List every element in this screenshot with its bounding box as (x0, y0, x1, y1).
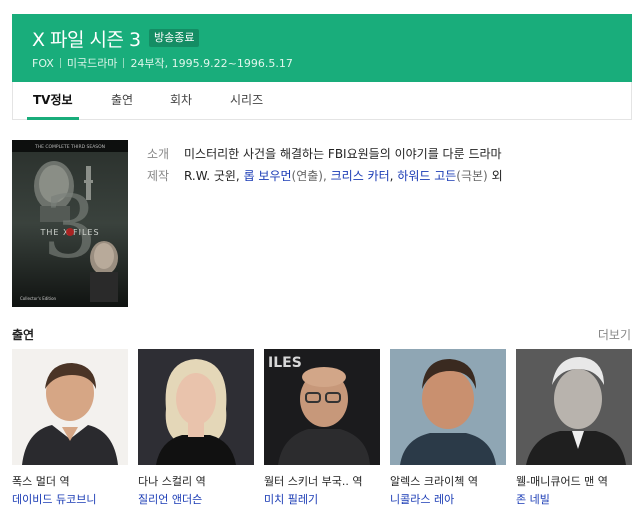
divider (59, 58, 61, 68)
tab-cast[interactable]: 출연 (111, 82, 133, 119)
director-role: (연출), (291, 169, 331, 183)
production-row: 제작 R.W. 굿윈, 롭 보우먼(연출), 크리스 카터, 하워드 고든(극본)… (147, 168, 503, 190)
cast-card[interactable]: 알렉스 크라이첵 역 니콜라스 레아 (390, 349, 506, 507)
director-link[interactable]: 롭 보우먼 (244, 169, 292, 183)
tab-episodes[interactable]: 회차 (170, 82, 192, 119)
writer-role: (극본) (456, 169, 488, 183)
cast-actor-link[interactable]: 니콜라스 레아 (390, 491, 506, 507)
actor-photo (12, 349, 128, 465)
actor-photo (138, 349, 254, 465)
more-staff-text: 외 (487, 169, 503, 183)
cast-role: 폭스 멀더 역 (12, 475, 70, 488)
tab-series[interactable]: 시리즈 (230, 82, 263, 119)
cast-role: 월터 스키너 부국.. 역 (264, 475, 363, 488)
tab-tv-info[interactable]: TV정보 (27, 82, 79, 120)
production-label: 제작 (147, 169, 170, 183)
producer-text: R.W. 굿윈, (184, 169, 244, 183)
cast-actor-link[interactable]: 존 네빌 (516, 491, 632, 507)
show-meta: FOX 미국드라마 24부작, 1995.9.22~1996.5.17 (32, 55, 293, 71)
actor-photo (516, 349, 632, 465)
writer-link-2[interactable]: 하워드 고든 (397, 169, 456, 183)
divider (123, 58, 125, 68)
status-badge: 방송종료 (149, 29, 200, 47)
cast-card[interactable]: 다나 스컬리 역 질리언 앤더슨 (138, 349, 254, 507)
cast-actor-link[interactable]: 데이비드 듀코브니 (12, 491, 128, 507)
show-poster[interactable]: THE COMPLETE THIRD SEASON 3 THE X FILES … (12, 140, 128, 307)
tab-bar: TV정보 출연 회차 시리즈 (12, 82, 632, 120)
page-title: X 파일 시즌 3 (32, 29, 141, 51)
cast-card[interactable]: 폭스 멀더 역 데이비드 듀코브니 (12, 349, 128, 507)
poster-edition-text: Collector's Edition (20, 296, 57, 301)
cast-actor-link[interactable]: 질리언 앤더슨 (138, 491, 254, 507)
actor-photo (390, 349, 506, 465)
genre-label: 미국드라마 (66, 57, 118, 70)
summary-text: 미스터리한 사건을 해결하는 FBI요원들의 이야기를 다룬 드라마 (184, 147, 502, 161)
show-info: 소개 미스터리한 사건을 해결하는 FBI요원들의 이야기를 다룬 드라마 제작 R… (147, 146, 503, 190)
writer-link-1[interactable]: 크리스 카터 (331, 169, 390, 183)
svg-text:ILES: ILES (268, 355, 302, 371)
network-label: FOX (32, 57, 54, 70)
title-header: X 파일 시즌 3 방송종료 FOX 미국드라마 24부작, 1995.9.22~1… (12, 14, 632, 82)
cast-card[interactable]: 웰-매니큐어드 맨 역 존 네빌 (516, 349, 632, 507)
cast-role: 웰-매니큐어드 맨 역 (516, 475, 608, 488)
more-cast-link[interactable]: 더보기 (598, 326, 631, 343)
cast-role: 알렉스 크라이첵 역 (390, 475, 478, 488)
cast-heading: 출연 (12, 328, 35, 342)
poster-series-text: THE COMPLETE THIRD SEASON (34, 144, 105, 150)
cast-card[interactable]: ILES 월터 스키너 부국.. 역 미치 필레기 (264, 349, 380, 507)
cast-actor-link[interactable]: 미치 필레기 (264, 491, 380, 507)
actor-photo: ILES (264, 349, 380, 465)
episodes-dates-label: 24부작, 1995.9.22~1996.5.17 (130, 57, 293, 70)
summary-row: 소개 미스터리한 사건을 해결하는 FBI요원들의 이야기를 다룬 드라마 (147, 146, 503, 168)
cast-role: 다나 스컬리 역 (138, 475, 206, 488)
poster-image: THE COMPLETE THIRD SEASON 3 THE X FILES … (12, 140, 128, 307)
summary-label: 소개 (147, 147, 170, 161)
